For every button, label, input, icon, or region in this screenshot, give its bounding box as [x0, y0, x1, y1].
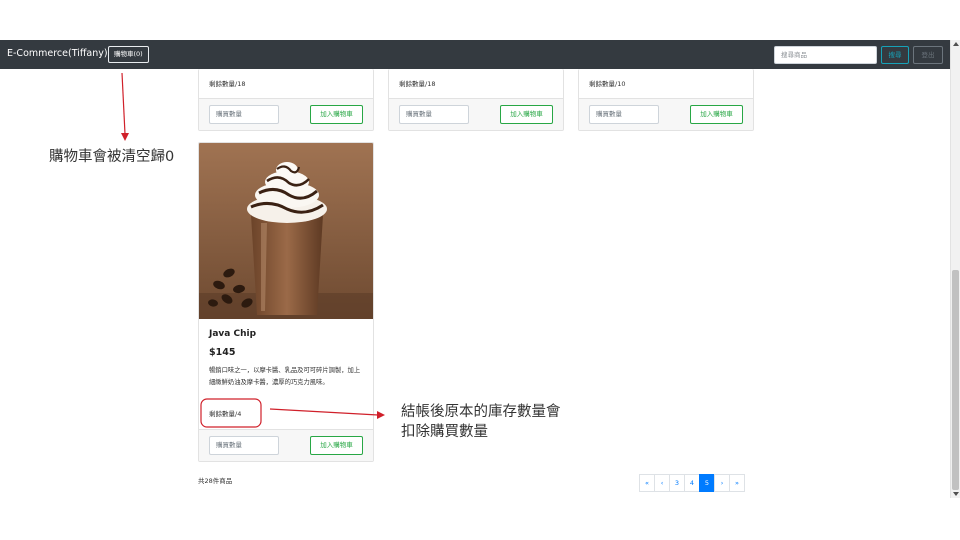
card-footer: 購買數量 加入購物車	[579, 98, 753, 130]
quantity-input[interactable]: 購買數量	[589, 105, 659, 124]
product-name: Java Chip	[209, 329, 257, 339]
product-card: 剩餘數量/18 購買數量 加入購物車	[388, 69, 564, 131]
product-price: $145	[209, 347, 236, 358]
page-next-button[interactable]: ›	[714, 474, 730, 492]
cart-arrow-line	[121, 72, 126, 135]
page-last-button[interactable]: »	[729, 474, 745, 492]
page-3-button[interactable]: 3	[669, 474, 685, 492]
quantity-input[interactable]: 購買數量	[209, 105, 279, 124]
card-footer: 購買數量 加入購物車	[389, 98, 563, 130]
page-first-button[interactable]: «	[639, 474, 655, 492]
search-button[interactable]: 搜尋	[881, 46, 909, 64]
cart-arrow-head-icon	[121, 133, 129, 141]
scroll-down-arrow-icon[interactable]	[953, 492, 959, 496]
scrollbar[interactable]	[950, 40, 960, 498]
card-footer: 購買數量 加入購物車	[199, 98, 373, 130]
stock-count: 剩餘數量/18	[209, 80, 246, 88]
quantity-input[interactable]: 購買數量	[399, 105, 469, 124]
pagination: « ‹ 3 4 5 › »	[639, 474, 745, 492]
product-description: 暢銷口味之一，以摩卡醬、乳品及可可碎片調製，加上細緻鮮奶油及摩卡醬，濃厚的巧克力…	[209, 367, 361, 386]
logout-button[interactable]: 登出	[913, 46, 943, 64]
product-card: 剩餘數量/10 購買數量 加入購物車	[578, 69, 754, 131]
add-to-cart-button[interactable]: 加入購物車	[690, 105, 743, 124]
stock-deducted-annotation-line2: 扣除購買數量	[401, 424, 488, 440]
stock-arrow-head-icon	[377, 411, 385, 419]
page-5-button[interactable]: 5	[699, 474, 715, 492]
cart-cleared-annotation: 購物車會被清空歸0	[49, 149, 175, 165]
cart-button[interactable]: 購物車(0)	[108, 46, 149, 63]
total-product-count: 共28件商品	[198, 477, 233, 485]
add-to-cart-button[interactable]: 加入購物車	[310, 105, 363, 124]
product-image[interactable]	[199, 143, 373, 319]
page-prev-button[interactable]: ‹	[654, 474, 670, 492]
card-footer: 購買數量 加入購物車	[199, 429, 373, 461]
stock-deducted-annotation-line1: 結帳後原本的庫存數量會	[401, 404, 561, 420]
navbar: E-Commerce(Tiffany) 購物車(0) 搜尋商品 搜尋 登出	[0, 40, 950, 69]
add-to-cart-button[interactable]: 加入購物車	[500, 105, 553, 124]
product-card: 剩餘數量/18 購買數量 加入購物車	[198, 69, 374, 131]
stock-count: 剩餘數量/10	[589, 80, 626, 88]
product-card-java-chip: Java Chip $145 暢銷口味之一，以摩卡醬、乳品及可可碎片調製，加上細…	[198, 142, 374, 462]
screen: E-Commerce(Tiffany) 購物車(0) 搜尋商品 搜尋 登出 剩餘…	[0, 0, 960, 540]
brand-link[interactable]: E-Commerce(Tiffany)	[7, 48, 108, 59]
scroll-up-arrow-icon[interactable]	[953, 42, 959, 46]
stock-count: 剩餘數量/18	[399, 80, 436, 88]
search-input[interactable]: 搜尋商品	[774, 46, 877, 64]
java-chip-drink-illustration	[199, 143, 373, 319]
page-4-button[interactable]: 4	[684, 474, 700, 492]
quantity-input[interactable]: 購買數量	[209, 436, 279, 455]
scroll-thumb[interactable]	[952, 270, 959, 490]
stock-count: 剩餘數量/4	[209, 410, 242, 418]
add-to-cart-button[interactable]: 加入購物車	[310, 436, 363, 455]
